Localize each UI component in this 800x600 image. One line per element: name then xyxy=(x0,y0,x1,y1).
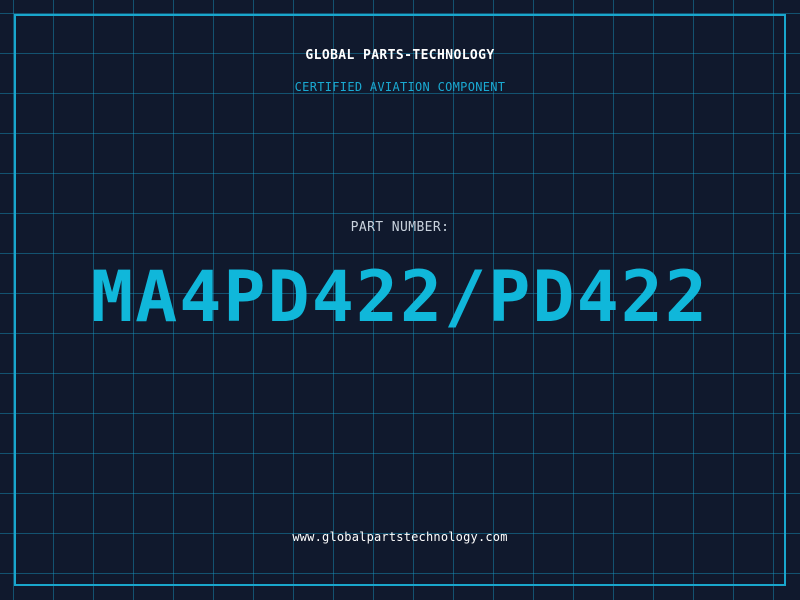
part-number-label: PART NUMBER: xyxy=(350,220,450,235)
brand-title: GLOBAL PARTS-TECHNOLOGY xyxy=(305,48,495,63)
website-url: www.globalpartstechnology.com xyxy=(292,530,508,544)
part-number-value: MA4PD422/PD422 xyxy=(90,256,709,338)
brand-subtitle: CERTIFIED AVIATION COMPONENT xyxy=(294,80,506,94)
